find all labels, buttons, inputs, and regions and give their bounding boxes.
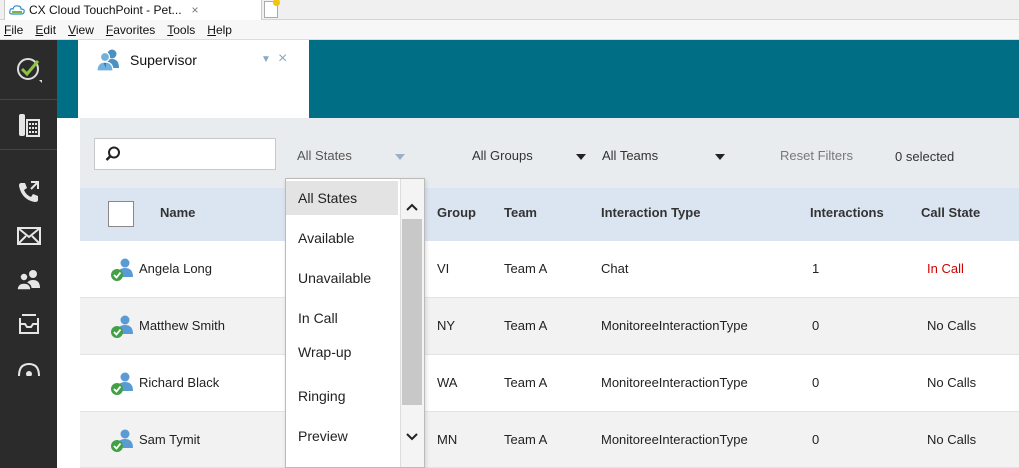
agent-name: Sam Tymit bbox=[139, 432, 201, 447]
agent-team: Team A bbox=[504, 261, 548, 276]
agent-group: MN bbox=[437, 432, 458, 447]
dropdown-scroll-thumb[interactable] bbox=[402, 219, 422, 405]
column-interactions[interactable]: Interactions bbox=[810, 205, 884, 220]
column-name[interactable]: Name bbox=[160, 205, 195, 220]
agent-interaction-type: MonitoreeInteractionType bbox=[601, 375, 748, 390]
chevron-up-icon[interactable] bbox=[400, 195, 424, 219]
menu-view[interactable]: View bbox=[68, 23, 94, 37]
agent-call-state: No Calls bbox=[927, 375, 977, 390]
agent-call-state: In Call bbox=[927, 261, 964, 276]
agent-name: Matthew Smith bbox=[139, 318, 225, 333]
envelope-icon bbox=[16, 227, 41, 245]
agent-available-icon bbox=[111, 429, 133, 452]
agent-call-state: No Calls bbox=[927, 318, 977, 333]
menu-help[interactable]: Help bbox=[207, 23, 232, 37]
phone-keypad-icon bbox=[18, 113, 40, 137]
agent-name: Angela Long bbox=[139, 261, 213, 276]
filter-bar: All States All Groups All Teams Reset Fi… bbox=[80, 118, 1019, 188]
close-icon[interactable]: × bbox=[192, 3, 199, 17]
inbox-button[interactable] bbox=[0, 302, 57, 346]
supervisor-people-icon bbox=[96, 49, 119, 72]
dropdown-option-all-states[interactable]: All States bbox=[286, 181, 398, 215]
dropdown-option-available[interactable]: Available bbox=[286, 221, 398, 255]
agent-call-state: No Calls bbox=[927, 432, 977, 447]
agent-team: Team A bbox=[504, 432, 548, 447]
supervisor-tab-label: Supervisor bbox=[130, 52, 197, 68]
menu-bar: File Edit View Favorites Tools Help bbox=[0, 20, 1019, 40]
table-row[interactable]: Richard Black WA Team A MonitoreeInterac… bbox=[80, 355, 1019, 412]
dropdown-option-unavailable[interactable]: Unavailable bbox=[286, 261, 398, 295]
dropdown-option-preview[interactable]: Preview bbox=[286, 419, 398, 453]
select-all-checkbox[interactable] bbox=[108, 201, 134, 227]
agent-available-icon bbox=[111, 258, 133, 281]
agent-team: Team A bbox=[504, 318, 548, 333]
check-circle-icon bbox=[16, 57, 42, 83]
chevron-down-icon[interactable] bbox=[576, 154, 586, 160]
column-team[interactable]: Team bbox=[504, 205, 537, 220]
phone-keypad-button[interactable] bbox=[0, 100, 57, 150]
agent-group: VI bbox=[437, 261, 450, 276]
agent-interactions: 0 bbox=[812, 375, 820, 390]
table-header: Name Group Team Interaction Type Interac… bbox=[80, 188, 1019, 241]
dropdown-option-wrap-up[interactable]: Wrap-up bbox=[286, 335, 398, 369]
browser-tab[interactable]: CX Cloud TouchPoint - Pet... × bbox=[4, 0, 262, 20]
menu-edit[interactable]: Edit bbox=[35, 23, 56, 37]
selected-count: 0 selected bbox=[895, 149, 955, 164]
agent-team: Team A bbox=[504, 375, 548, 390]
reset-filters-button[interactable]: Reset Filters bbox=[780, 148, 853, 163]
menu-file[interactable]: File bbox=[4, 23, 23, 37]
chevron-down-icon[interactable] bbox=[395, 154, 405, 160]
column-call-state[interactable]: Call State bbox=[921, 205, 980, 220]
states-filter[interactable]: All States bbox=[297, 148, 352, 163]
chevron-down-icon[interactable] bbox=[400, 425, 424, 449]
close-icon[interactable]: × bbox=[278, 50, 287, 68]
inbox-icon bbox=[18, 314, 39, 334]
search-icon bbox=[105, 146, 120, 161]
email-button[interactable] bbox=[0, 214, 57, 258]
agent-available-icon bbox=[111, 315, 133, 338]
ready-status-button[interactable] bbox=[0, 40, 57, 100]
people-icon bbox=[15, 270, 40, 291]
states-dropdown: All States Available Unavailable In Call… bbox=[285, 178, 425, 468]
dropdown-option-ringing[interactable]: Ringing bbox=[286, 379, 398, 413]
dial-icon bbox=[17, 362, 40, 376]
agent-available-icon bbox=[111, 372, 133, 395]
supervisor-button[interactable] bbox=[0, 258, 57, 302]
teams-filter[interactable]: All Teams bbox=[602, 148, 658, 163]
menu-favorites[interactable]: Favorites bbox=[106, 23, 155, 37]
phone-call-icon bbox=[18, 181, 39, 202]
supervisor-tab[interactable]: Supervisor ▼ × bbox=[78, 40, 309, 118]
agent-name: Richard Black bbox=[139, 375, 220, 390]
agent-interaction-type: MonitoreeInteractionType bbox=[601, 318, 748, 333]
search-input[interactable] bbox=[94, 138, 276, 170]
agent-interactions: 0 bbox=[812, 318, 820, 333]
groups-filter[interactable]: All Groups bbox=[472, 148, 533, 163]
table-row[interactable]: Sam Tymit MN Team A MonitoreeInteraction… bbox=[80, 412, 1019, 468]
browser-tab-title: CX Cloud TouchPoint - Pet... bbox=[29, 3, 182, 17]
new-tab-button[interactable] bbox=[264, 0, 280, 18]
agent-interaction-type: Chat bbox=[601, 261, 629, 276]
table-row[interactable]: Matthew Smith NY Team A MonitoreeInterac… bbox=[80, 298, 1019, 355]
column-interaction-type[interactable]: Interaction Type bbox=[601, 205, 700, 220]
agent-group: NY bbox=[437, 318, 456, 333]
left-rail bbox=[0, 40, 57, 468]
agent-interactions: 1 bbox=[812, 261, 820, 276]
chevron-down-icon[interactable] bbox=[715, 154, 725, 160]
agent-interactions: 0 bbox=[812, 432, 820, 447]
call-button[interactable] bbox=[0, 170, 57, 214]
chevron-down-icon[interactable]: ▼ bbox=[261, 54, 271, 65]
agent-group: WA bbox=[437, 375, 458, 390]
cloud-icon bbox=[9, 4, 25, 16]
table-row[interactable]: Angela Long VI Team A Chat 1 In Call bbox=[80, 241, 1019, 298]
dropdown-option-in-call[interactable]: In Call bbox=[286, 301, 398, 335]
agent-interaction-type: MonitoreeInteractionType bbox=[601, 432, 748, 447]
menu-tools[interactable]: Tools bbox=[167, 23, 195, 37]
more-button[interactable] bbox=[0, 346, 57, 376]
column-group[interactable]: Group bbox=[437, 205, 476, 220]
app-tab-band: Supervisor ▼ × bbox=[57, 40, 1019, 118]
browser-tabstrip: CX Cloud TouchPoint - Pet... × bbox=[0, 0, 1019, 20]
